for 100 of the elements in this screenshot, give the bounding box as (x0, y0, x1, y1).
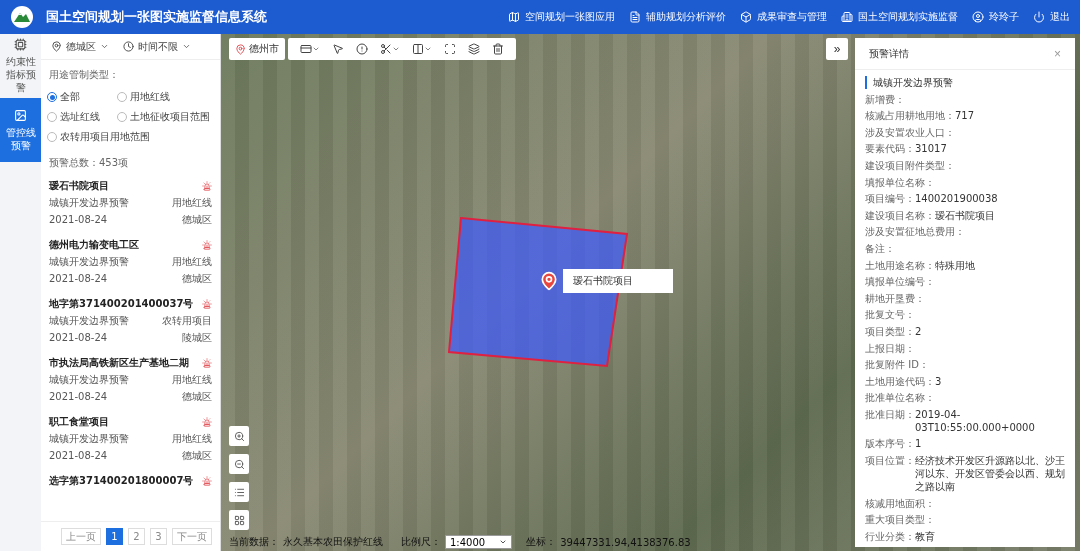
current-data-label: 当前数据： (229, 535, 279, 549)
alarm-icon (202, 239, 212, 250)
field-label: 批准日期： (865, 407, 915, 422)
warning-title[interactable]: 德州电力输变电工区 (49, 238, 139, 251)
nav-link[interactable]: 成果审查与管理 (740, 10, 827, 24)
zoom-in-icon (233, 430, 245, 442)
field-value: 3 (935, 374, 942, 388)
split-view-icon (412, 43, 424, 55)
alarm-icon (202, 357, 212, 368)
field-label: 上报日期： (865, 341, 915, 355)
warning-category: 用地红线 (172, 255, 212, 268)
nav-link[interactable]: 辅助规划分析评价 (629, 10, 726, 24)
scale-select[interactable]: 1:4000 (445, 535, 513, 549)
field-label: 核减用地面积： (865, 496, 935, 510)
warning-total: 预警总数：453项 (48, 156, 130, 170)
warning-type: 城镇开发边界预警 (49, 255, 129, 268)
region-dropdown[interactable]: 德城区 (51, 39, 109, 54)
field-value: 717 (955, 109, 975, 123)
clock-icon (123, 41, 134, 52)
alarm-icon (202, 475, 212, 486)
field-value: 特殊用地 (935, 258, 975, 272)
sidebar-item[interactable]: 管控线预警 (0, 98, 41, 162)
caret-icon (499, 538, 508, 546)
marker-icon[interactable] (539, 271, 559, 291)
field-value: 经济技术开发区升源路以北、沙王河以东、开发区管委会以西、规划之路以南 (915, 454, 1065, 494)
field-label: 核减占用耕地用地： (865, 109, 955, 123)
field-label: 土地用途代码： (865, 374, 935, 388)
field-label: 涉及安置征地总费用： (865, 225, 965, 239)
field-label: 项目位置： (865, 454, 915, 469)
warning-title[interactable]: 职工食堂项目 (49, 415, 109, 428)
radio-option[interactable]: 用地红线 (117, 90, 214, 104)
warning-district: 德城区 (182, 449, 212, 462)
caret-icon (182, 42, 191, 51)
scale-label: 比例尺： (401, 535, 441, 549)
field-label: 版本序号： (865, 437, 915, 451)
field-label: 项目编号： (865, 192, 915, 206)
caret-icon (392, 45, 400, 53)
expand-button[interactable]: » (826, 38, 848, 60)
radio-option[interactable]: 土地征收项目范围 (117, 110, 214, 124)
location-button[interactable]: 德州市 (229, 38, 285, 60)
time-dropdown[interactable]: 时间不限 (123, 39, 191, 54)
list-icon (233, 486, 245, 498)
logo-icon (10, 5, 34, 29)
zoom-in-button[interactable] (229, 426, 249, 446)
scissors-icon (380, 43, 392, 55)
coordinate-value: 39447331.94,4138376.83 (560, 536, 691, 548)
field-label: 耕地开垦费： (865, 291, 925, 305)
map-icon (508, 11, 520, 23)
current-data-value: 永久基本农田保护红线 (283, 535, 383, 549)
pin-icon (51, 41, 62, 52)
warning-title[interactable]: 选字第371400201800007号 (49, 474, 194, 487)
warning-date: 2021-08-24 (49, 331, 108, 344)
page-button[interactable]: 1 (106, 528, 123, 545)
warning-category: 用地红线 (172, 196, 212, 209)
prev-page-button[interactable]: 上一页 (61, 528, 101, 545)
radio-option[interactable]: 选址红线 (47, 110, 117, 124)
warning-title[interactable]: 瑷石书院项目 (49, 179, 109, 192)
radio-option[interactable]: 农转用项目用地范围 (47, 130, 214, 144)
warning-category: 农转用项目 (162, 314, 212, 327)
warning-category: 用地红线 (172, 373, 212, 386)
alarm-icon (202, 298, 212, 309)
warning-type: 城镇开发边界预警 (49, 196, 129, 209)
next-page-button[interactable]: 下一页 (172, 528, 212, 545)
nav-link[interactable]: 国土空间规划实施监督 (841, 10, 958, 24)
filter-label: 用途管制类型： (48, 68, 120, 82)
nav-link[interactable]: 空间规划一张图应用 (508, 10, 615, 24)
warning-title[interactable]: 地字第371400201400037号 (49, 297, 194, 310)
chip-icon (14, 38, 27, 51)
field-label: 项目类型： (865, 324, 915, 338)
page-button[interactable]: 3 (150, 528, 167, 545)
field-label: 重大项目类型： (865, 513, 935, 527)
warning-type: 城镇开发边界预警 (49, 314, 129, 327)
field-label: 备注： (865, 241, 895, 255)
page-button[interactable]: 2 (128, 528, 145, 545)
section-title: 城镇开发边界预警 (865, 76, 953, 89)
list-button[interactable] (229, 482, 249, 502)
nav-link[interactable]: 退出 (1033, 10, 1070, 24)
warning-date: 2021-08-24 (49, 449, 108, 462)
warning-title[interactable]: 市执法局高铁新区生产基地二期 (49, 356, 189, 369)
field-label: 批准单位名称： (865, 391, 935, 405)
field-label: 填报单位名称： (865, 175, 935, 189)
field-label: 建设项目附件类型： (865, 158, 955, 172)
frame-icon (444, 43, 456, 55)
caret-icon (424, 45, 432, 53)
warning-type: 城镇开发边界预警 (49, 373, 129, 386)
field-label: 填报单位编号： (865, 275, 935, 289)
warning-date: 2021-08-24 (49, 390, 108, 403)
marker-label: 瑷石书院项目 (563, 269, 673, 293)
grid-button[interactable] (229, 510, 249, 530)
sidebar-item[interactable]: 约束性指标预警 (0, 34, 41, 98)
field-value: 1400201900038 (915, 192, 998, 206)
field-label: 要素代码： (865, 142, 915, 156)
nav-link[interactable]: 玲玲子 (972, 10, 1019, 24)
zoom-out-button[interactable] (229, 454, 249, 474)
radio-option[interactable]: 全部 (47, 90, 117, 104)
caret-icon (312, 45, 320, 53)
field-value: 2019-04-03T10:55:00.000+0000 (915, 407, 1036, 434)
warning-district: 德城区 (182, 390, 212, 403)
field-label: 新增费： (865, 92, 905, 106)
field-value: 1 (915, 437, 922, 451)
